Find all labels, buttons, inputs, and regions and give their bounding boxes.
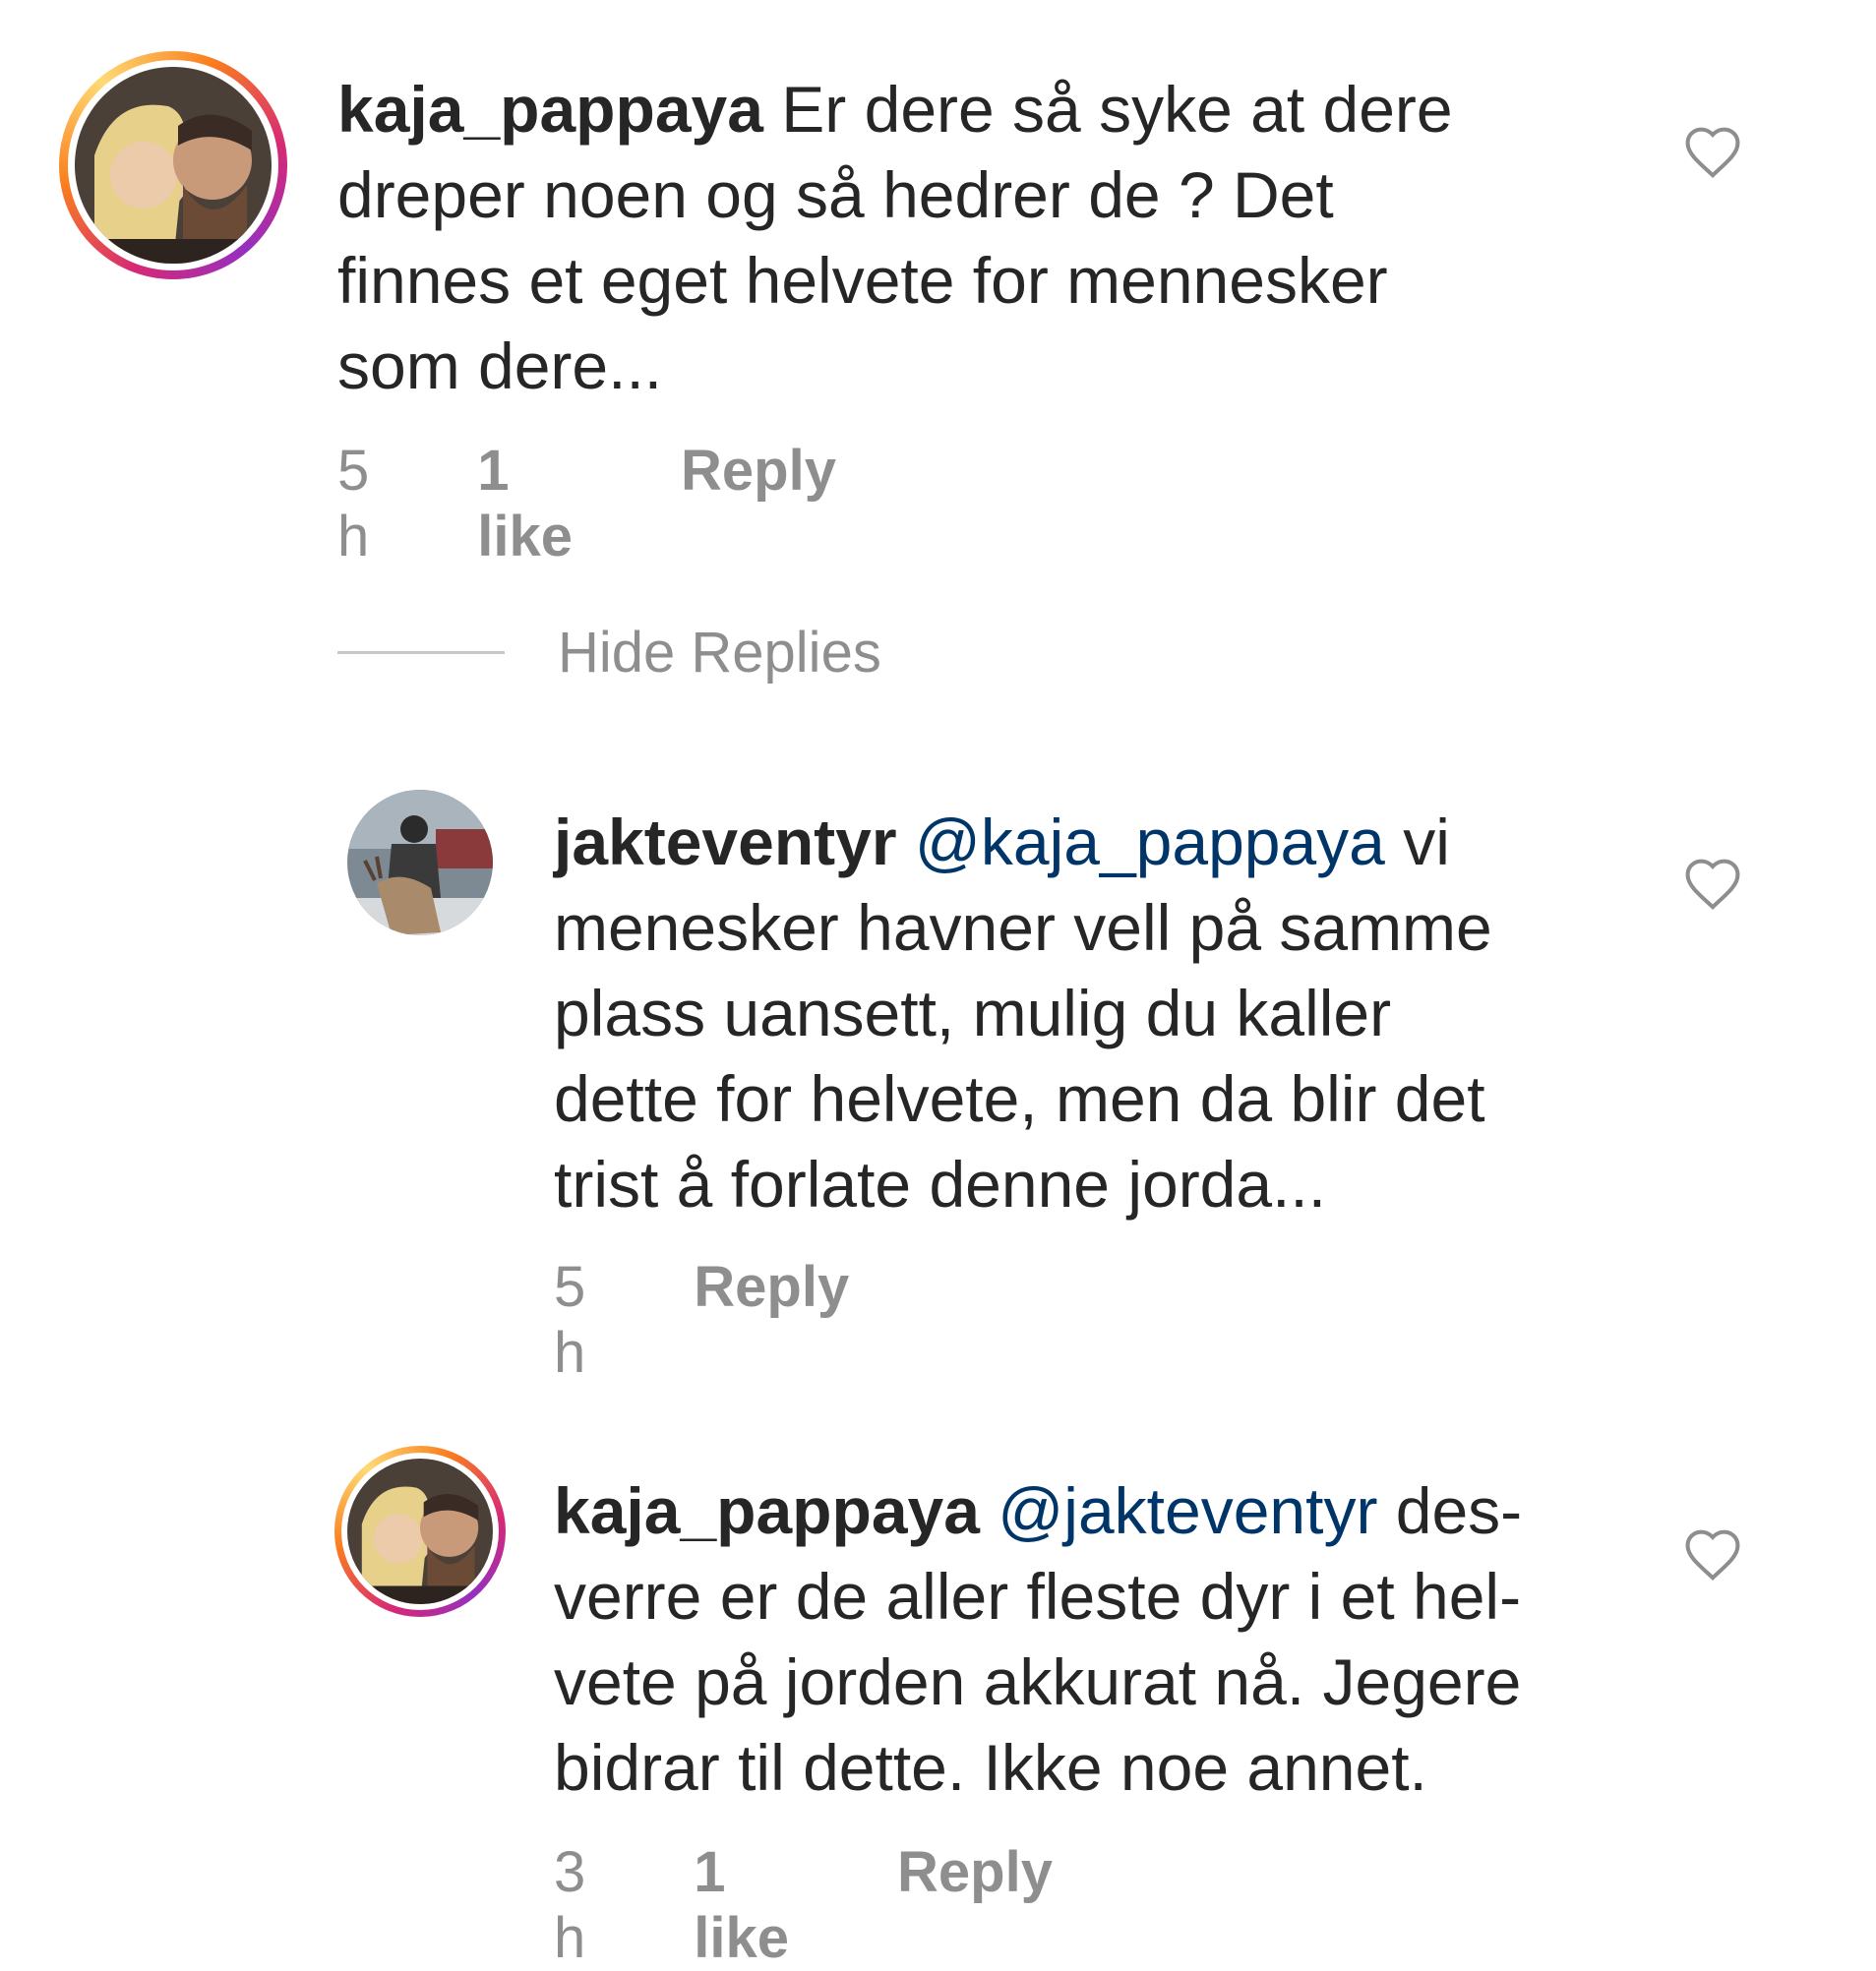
comment-line: Er dere så syke at dere [781,73,1453,146]
reply-line: plass uansett, mulig du kaller [554,977,1392,1049]
reply-time[interactable]: 5 h [554,1254,585,1386]
avatar[interactable] [347,790,493,935]
comment-line: som dere... [337,329,663,402]
mention-link[interactable]: @kaja_pappaya [915,806,1385,878]
comment-username[interactable]: kaja_pappaya [337,73,763,146]
divider-line [337,651,505,654]
reply-line: verre er de aller fleste dyr i et hel- [554,1560,1522,1633]
reply-likes[interactable]: 1 like [694,1839,789,1971]
comment-likes[interactable]: 1 like [477,438,573,569]
hide-replies-button[interactable]: Hide Replies [337,620,881,686]
avatar[interactable] [334,1446,506,1617]
reply-line: dette for helvete, men da blir det [554,1062,1485,1135]
reply-line: des- [1395,1474,1523,1547]
reply-meta: 3 h 1 like Reply [554,1839,1053,1971]
reply-line: vete på jorden akkurat nå. Jegere [554,1645,1522,1718]
profile-photo [75,67,272,264]
heart-outline-icon[interactable] [1682,856,1743,911]
comment-line: dreper noen og så hedrer de ? Det [337,158,1334,231]
profile-photo [347,790,493,935]
reply-username[interactable]: kaja_pappaya [554,1474,980,1547]
reply-line: vi [1403,806,1450,878]
reply-line: bidrar til dette. Ikke noe annet. [554,1731,1427,1804]
reply-username[interactable]: jakteventyr [554,806,897,878]
avatar[interactable] [59,51,287,279]
comment-line: finnes et eget helvete for mennesker [337,244,1388,317]
reply-button[interactable]: Reply [897,1839,1053,1905]
reply-text: kaja_pappaya @jakteventyr des- verre er … [554,1468,1665,1811]
comment-text: kaja_pappaya Er dere så syke at dere dre… [337,67,1665,409]
profile-photo [347,1459,493,1604]
comment-time[interactable]: 5 h [337,438,369,569]
reply-button[interactable]: Reply [694,1254,849,1320]
mention-link[interactable]: @jakteventyr [998,1474,1377,1547]
reply-line: trist å forlate denne jorda... [554,1148,1327,1221]
reply-time[interactable]: 3 h [554,1839,585,1971]
heart-outline-icon[interactable] [1682,124,1743,179]
reply-meta: 5 h Reply [554,1254,849,1386]
reply-text: jakteventyr @kaja_pappaya vi menesker ha… [554,800,1665,1227]
hide-replies-label: Hide Replies [558,621,881,685]
reply-button[interactable]: Reply [681,438,836,504]
heart-outline-icon[interactable] [1682,1526,1743,1582]
comment-meta: 5 h 1 like Reply [337,438,836,569]
reply-line: menesker havner vell på samme [554,891,1492,964]
